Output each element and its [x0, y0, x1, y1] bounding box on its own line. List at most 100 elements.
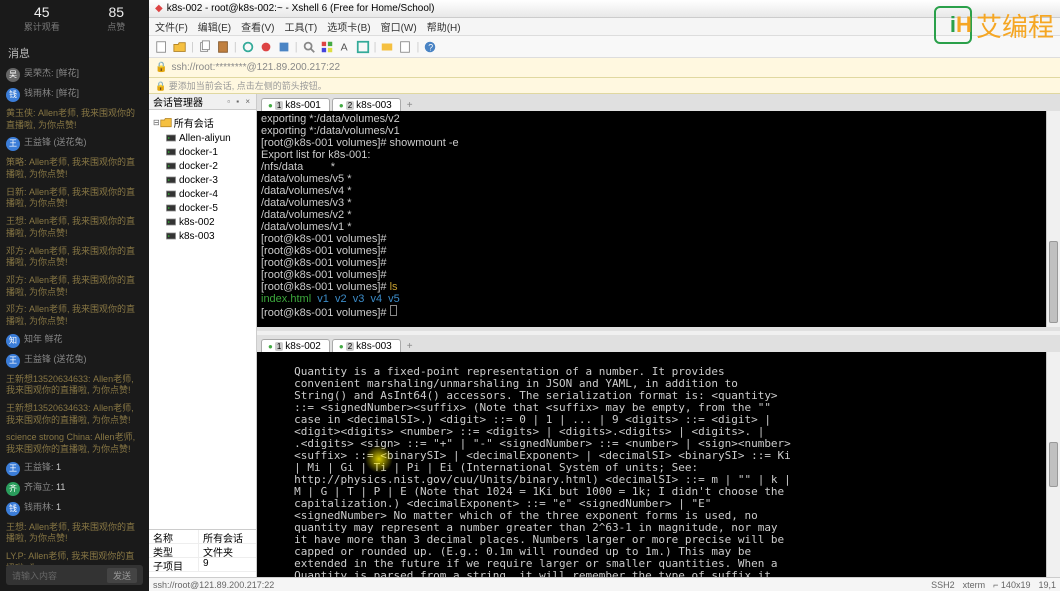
chat-text: 王益锋 (送花兔)	[24, 137, 87, 149]
avatar: 王	[6, 462, 20, 476]
session-header-title: 会话管理器	[153, 94, 203, 109]
terminal-tabs[interactable]: ●1k8s-001●2k8s-003+	[257, 94, 1060, 111]
send-button[interactable]: 发送	[107, 568, 137, 583]
chat-text: 王新想13520634633: Allen老师, 我来围观你的直播啦, 为你点赞…	[6, 374, 143, 397]
properties-icon[interactable]	[277, 40, 291, 54]
chat-text: 邓方: Allen老师, 我来围观你的直播啦, 为你点赞!	[6, 304, 143, 327]
send-area[interactable]: 请输入内容 发送	[6, 565, 143, 585]
transfer-icon[interactable]	[380, 40, 394, 54]
script-icon[interactable]	[398, 40, 412, 54]
tree-node[interactable]: docker-4	[151, 187, 254, 201]
tree-node[interactable]: k8s-003	[151, 229, 254, 243]
app-window: ◆ k8s-002 - root@k8s-002:~ - Xshell 6 (F…	[149, 0, 1060, 577]
stat-viewers: 45 累计观看	[24, 4, 60, 33]
stream-sidebar: 45 累计观看 85 点赞 消息 吴吴荣杰: [鲜花]钱钱雨林: [鲜花]黄玉侠…	[0, 0, 149, 591]
chat-text: 邓方: Allen老师, 我来围观你的直播啦, 为你点赞!	[6, 275, 143, 298]
chat-item: 吴吴荣杰: [鲜花]	[0, 65, 149, 85]
terminal-pane-bottom[interactable]: ●1k8s-002●2k8s-003+ Quantity is a fixed-…	[257, 335, 1060, 577]
tree-node[interactable]: k8s-002	[151, 215, 254, 229]
watermark-text: 艾编程	[976, 7, 1054, 44]
panel-controls[interactable]: ▫ ▪ ×	[227, 97, 252, 106]
stat-likes: 85 点赞	[107, 4, 125, 33]
menubar[interactable]: 文件(F) 编辑(E) 查看(V) 工具(T) 选项卡(B) 窗口(W) 帮助(H)	[149, 18, 1060, 36]
tree-node[interactable]: docker-2	[151, 159, 254, 173]
svg-text:A: A	[340, 41, 347, 53]
chat-item: 邓方: Allen老师, 我来围观你的直播啦, 为你点赞!	[0, 272, 149, 301]
chat-item: 黄玉侠: Allen老师, 我来围观你的直播啦, 为你点赞!	[0, 105, 149, 134]
chat-item: 知知年 鲜花	[0, 331, 149, 351]
chat-item: 王王益锋 (送花兔)	[0, 351, 149, 371]
app-icon: ◆	[155, 3, 163, 14]
copy-icon[interactable]	[198, 40, 212, 54]
avatar: 王	[6, 137, 20, 151]
status-dot-icon: ●	[268, 101, 273, 110]
status-segment: ⌐ 140x19	[993, 580, 1030, 590]
terminal-tab[interactable]: ●2k8s-003	[332, 98, 401, 111]
stat-num: 85	[107, 4, 125, 20]
paste-icon[interactable]	[216, 40, 230, 54]
session-header: 会话管理器 ▫ ▪ ×	[149, 94, 256, 110]
tree-node[interactable]: docker-3	[151, 173, 254, 187]
chat-text: 王益锋: 1	[24, 462, 61, 474]
terminal-tabs[interactable]: ●1k8s-002●2k8s-003+	[257, 335, 1060, 352]
prop-row: 子项目9	[149, 558, 256, 572]
terminal-pane-top[interactable]: ●1k8s-001●2k8s-003+ exporting *:/data/vo…	[257, 94, 1060, 331]
chat-item: 王王益锋: 1	[0, 459, 149, 479]
status-segment: xterm	[963, 580, 986, 590]
session-tree[interactable]: ⊟ 所有会话Allen-aliyundocker-1docker-2docker…	[149, 110, 256, 247]
tree-root[interactable]: ⊟ 所有会话	[151, 114, 254, 131]
avatar: 吴	[6, 68, 20, 82]
session-icon	[165, 202, 177, 214]
chat-text: 王新想13520634633: Allen老师, 我来围观你的直播啦, 为你点赞…	[6, 403, 143, 426]
menu-item[interactable]: 编辑(E)	[198, 19, 231, 34]
menu-item[interactable]: 工具(T)	[284, 19, 317, 34]
chat-text: 王想: Allen老师, 我来围观你的直播啦, 为你点赞!	[6, 216, 143, 239]
color-icon[interactable]	[320, 40, 334, 54]
terminal-body[interactable]: exporting *:/data/volumes/v2 exporting *…	[257, 111, 1060, 327]
help-icon[interactable]: ?	[423, 40, 437, 54]
tree-node[interactable]: docker-1	[151, 145, 254, 159]
chat-item: 邓方: Allen老师, 我来围观你的直播啦, 为你点赞!	[0, 301, 149, 330]
chat-list[interactable]: 吴吴荣杰: [鲜花]钱钱雨林: [鲜花]黄玉侠: Allen老师, 我来围观你的…	[0, 65, 149, 578]
reconnect-icon[interactable]	[241, 40, 255, 54]
address-bar[interactable]: 🔒 ssh://root:********@121.89.200.217:22	[149, 58, 1060, 78]
terminal-tab[interactable]: ●1k8s-001	[261, 98, 330, 111]
menu-item[interactable]: 文件(F)	[155, 19, 188, 34]
disconnect-icon[interactable]	[259, 40, 273, 54]
scrollbar[interactable]	[1046, 111, 1060, 327]
open-icon[interactable]	[173, 40, 187, 54]
fullscreen-icon[interactable]	[356, 40, 370, 54]
terminal-tab[interactable]: ●1k8s-002	[261, 339, 330, 352]
scrollbar[interactable]	[1046, 352, 1060, 577]
chat-text: 策略: Allen老师, 我来围观你的直播啦, 为你点赞!	[6, 157, 143, 180]
menu-item[interactable]: 窗口(W)	[381, 19, 417, 34]
tree-node[interactable]: docker-5	[151, 201, 254, 215]
chat-item: 策略: Allen老师, 我来围观你的直播啦, 为你点赞!	[0, 154, 149, 183]
terminal-tab[interactable]: ●2k8s-003	[332, 339, 401, 352]
font-icon[interactable]: A	[338, 40, 352, 54]
chat-item: 齐齐海立: 11	[0, 479, 149, 499]
stat-label: 点赞	[107, 20, 125, 33]
terminal-body[interactable]: Quantity is a fixed-point representation…	[257, 352, 1060, 577]
chat-text: 黄玉侠: Allen老师, 我来围观你的直播啦, 为你点赞!	[6, 108, 143, 131]
avatar: 齐	[6, 482, 20, 496]
tree-node[interactable]: Allen-aliyun	[151, 131, 254, 145]
status-right: SSH2xterm⌐ 140x1919,1	[931, 580, 1056, 590]
menu-item[interactable]: 帮助(H)	[427, 19, 461, 34]
find-icon[interactable]	[302, 40, 316, 54]
chat-item: 王想: Allen老师, 我来围观你的直播啦, 为你点赞!	[0, 213, 149, 242]
new-icon[interactable]	[155, 40, 169, 54]
session-manager[interactable]: 会话管理器 ▫ ▪ × ⊟ 所有会话Allen-aliyundocker-1do…	[149, 94, 257, 577]
chat-item: 邓方: Allen老师, 我来围观你的直播啦, 为你点赞!	[0, 243, 149, 272]
toolbar[interactable]: | | | A | | ?	[149, 36, 1060, 58]
status-dot-icon: ●	[339, 101, 344, 110]
menu-item[interactable]: 查看(V)	[241, 19, 274, 34]
send-placeholder: 请输入内容	[12, 569, 57, 582]
chat-text: 齐海立: 11	[24, 482, 65, 494]
session-icon	[165, 216, 177, 228]
new-tab-button[interactable]: +	[403, 341, 417, 352]
new-tab-button[interactable]: +	[403, 100, 417, 111]
menu-item[interactable]: 选项卡(B)	[327, 19, 370, 34]
chat-text: 王想: Allen老师, 我来围观你的直播啦, 为你点赞!	[6, 522, 143, 545]
watermark: iH 艾编程	[934, 6, 1054, 44]
